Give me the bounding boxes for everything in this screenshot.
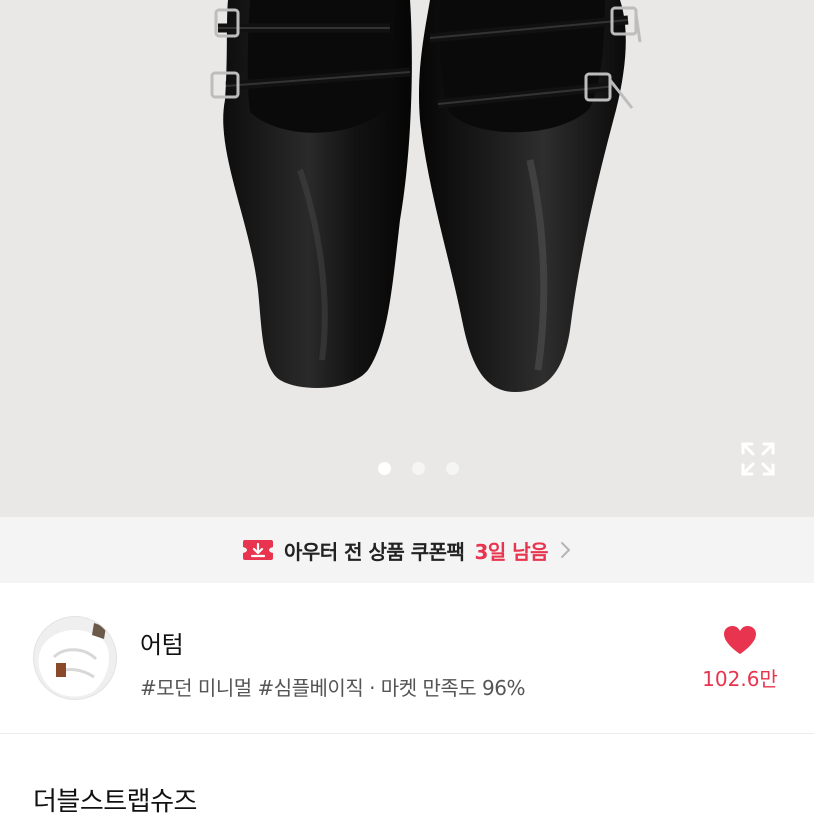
store-avatar[interactable] (33, 616, 117, 700)
carousel-indicator (0, 462, 814, 475)
like-count: 102.6만 (702, 667, 778, 691)
carousel-dot[interactable] (377, 462, 391, 475)
product-image-gallery[interactable] (0, 0, 814, 517)
coupon-deadline: 3일 남음 (474, 539, 549, 564)
heart-icon (724, 626, 756, 654)
fullscreen-icon[interactable] (740, 441, 776, 477)
coupon-label: 아우터 전 상품 쿠폰팩 (283, 539, 465, 564)
store-info: 어텀 #모던 미니멀 #심플베이직 · 마켓 만족도 96% 102.6만 (0, 583, 814, 733)
store-tags: #모던 미니멀 #심플베이직 · 마켓 만족도 96% (140, 676, 525, 700)
coupon-banner[interactable]: 아우터 전 상품 쿠폰팩 3일 남음 (0, 517, 814, 583)
chevron-right-icon (561, 542, 571, 558)
coupon-icon (242, 540, 273, 560)
like-button[interactable]: 102.6만 (690, 625, 790, 692)
product-image (210, 0, 642, 392)
store-name[interactable]: 어텀 (140, 625, 184, 660)
divider (0, 733, 814, 734)
carousel-dot[interactable] (411, 462, 425, 475)
carousel-dot[interactable] (445, 462, 459, 475)
product-title: 더블스트랩슈즈 (33, 787, 197, 814)
